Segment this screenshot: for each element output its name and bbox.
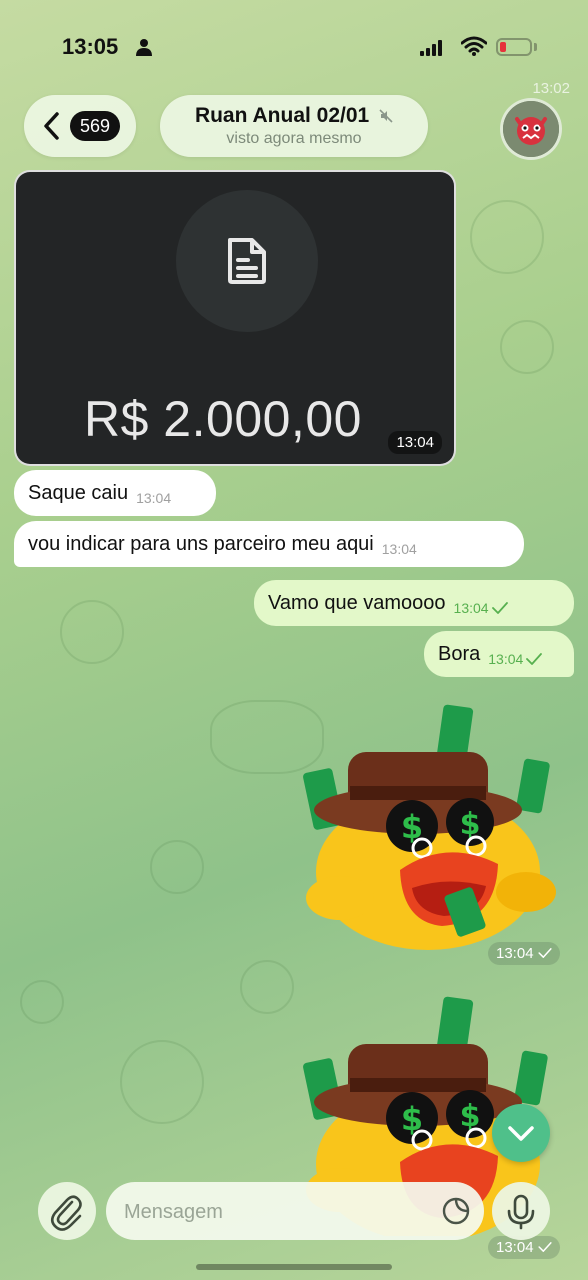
message-input-container [106,1182,484,1242]
message-time: 13:04 [453,600,489,616]
back-button[interactable]: 569 [24,95,136,157]
signal-icon [420,40,442,56]
battery-icon [496,38,532,56]
sticker-time: 13:04 [488,942,560,965]
background-doodle [60,600,124,664]
sticker-icon[interactable] [442,1197,470,1225]
outgoing-message[interactable]: Vamo que vamoooo 13:04 [254,580,574,626]
previous-message-time: 13:02 [532,80,570,97]
home-indicator [196,1264,392,1270]
message-time: 13:04 [488,651,524,667]
status-bar: 13:05 [0,0,588,90]
check-icon [538,948,552,958]
document-icon [228,238,266,284]
scroll-to-bottom-button[interactable] [492,1104,550,1162]
message-input[interactable] [122,1182,426,1242]
battery-tip [534,43,537,51]
back-chevron-icon [44,112,59,140]
background-doodle [470,200,544,274]
message-text: Bora [438,642,481,665]
chat-title: Ruan Anual 02/01 [194,104,370,127]
chat-title-header[interactable]: Ruan Anual 02/01 visto agora mesmo [160,95,428,157]
incoming-message[interactable]: Saque caiu 13:04 [14,470,216,516]
check-icon [526,653,543,665]
paperclip-icon [50,1195,82,1231]
check-icon [538,1242,552,1252]
background-doodle [20,980,64,1024]
money-duck-sticker[interactable]: $ $ [300,700,560,960]
media-message[interactable]: R$ 2.000,00 13:04 [14,170,456,466]
contact-avatar[interactable] [500,98,562,160]
background-doodle [500,320,554,374]
message-time: 13:04 [136,490,172,506]
attach-button[interactable] [38,1182,96,1240]
check-icon [491,602,508,614]
avatar-image [503,101,559,157]
background-doodle [120,1040,204,1124]
voice-record-button[interactable] [492,1182,550,1240]
wifi-icon [461,36,487,56]
outgoing-message[interactable]: Bora 13:04 [424,631,574,677]
message-text: Vamo que vamoooo [268,591,446,614]
chat-last-seen: visto agora mesmo [226,130,362,147]
background-doodle [240,960,294,1014]
media-amount-text: R$ 2.000,00 [84,391,362,447]
message-time: 13:04 [388,431,442,454]
message-text: Saque caiu [28,481,129,504]
person-icon [136,39,152,56]
message-time: 13:04 [496,945,534,962]
incoming-message[interactable]: vou indicar para uns parceiro meu aqui 1… [14,521,524,567]
unread-count-badge: 569 [70,111,121,141]
chat-title-row: Ruan Anual 02/01 [160,104,428,128]
message-time: 13:04 [496,1239,534,1256]
chevron-down-icon [508,1126,534,1141]
background-doodle [150,840,204,894]
message-time: 13:04 [381,541,417,557]
microphone-icon [507,1194,535,1230]
mute-icon [379,109,393,124]
message-text: vou indicar para uns parceiro meu aqui [28,532,374,555]
status-time: 13:05 [62,34,119,59]
